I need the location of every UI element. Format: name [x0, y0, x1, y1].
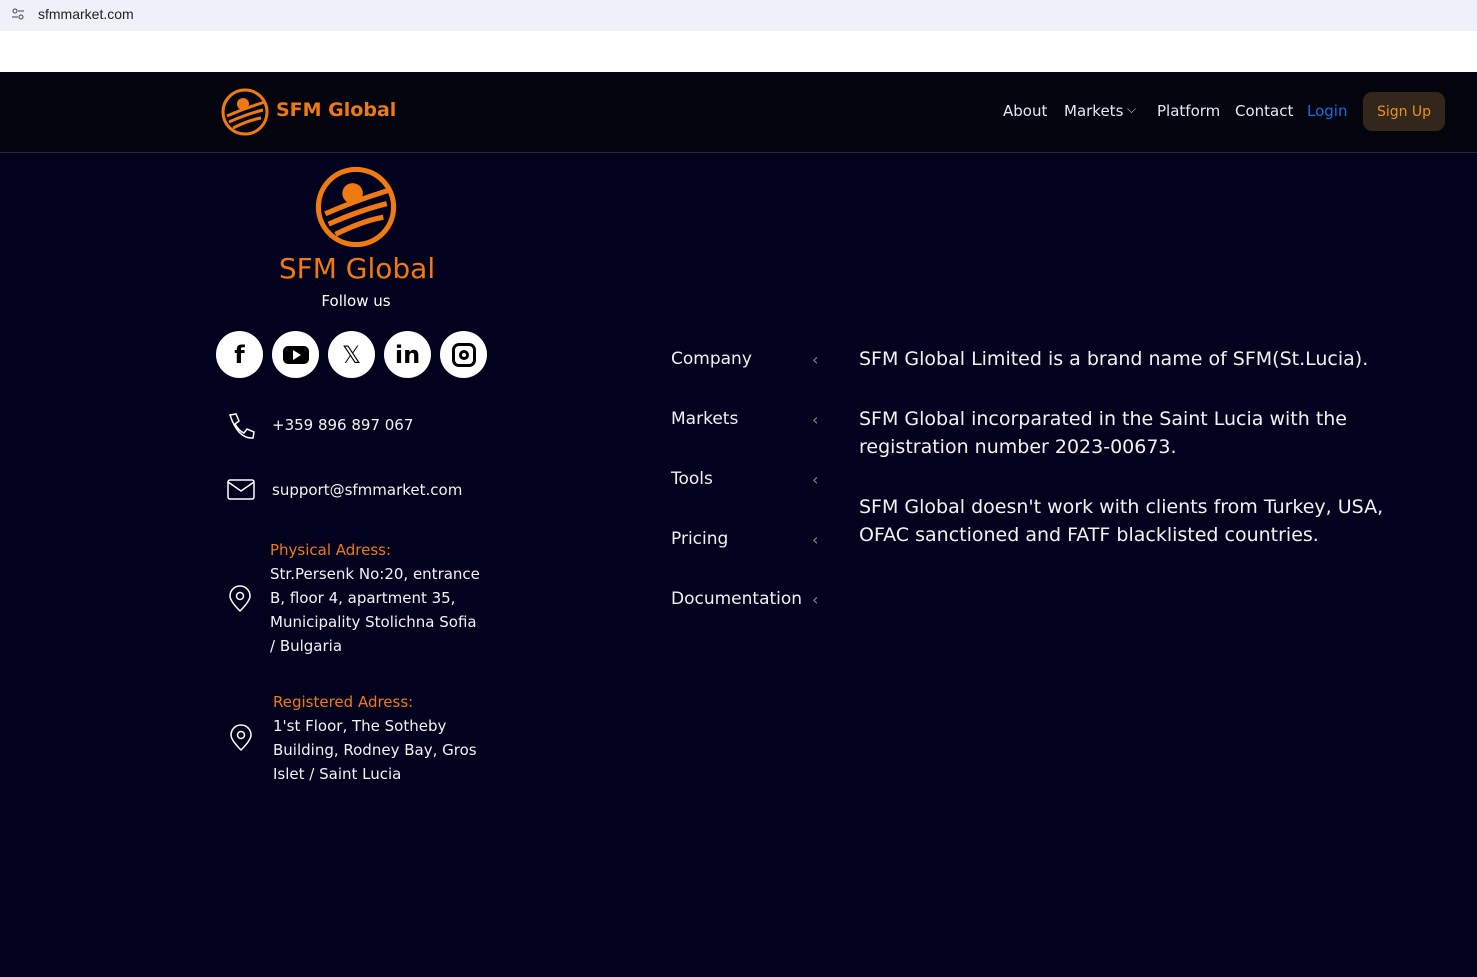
sign-up-button[interactable]: Sign Up: [1363, 92, 1445, 131]
registered-address: Registered Adress: 1'st Floor, The Sothe…: [273, 690, 478, 786]
physical-address: Physical Adress: Str.Persenk No:20, entr…: [270, 538, 480, 658]
info-registration: SFM Global incorparated in the Saint Luc…: [859, 408, 1347, 458]
nav-login[interactable]: Login: [1307, 102, 1347, 120]
info-brand: SFM Global Limited is a brand name of SF…: [859, 348, 1369, 370]
registered-address-label: Registered Adress:: [273, 693, 414, 711]
chevron-left-icon[interactable]: ‹: [812, 530, 818, 549]
physical-address-label: Physical Adress:: [270, 541, 392, 559]
sfm-logo-icon[interactable]: [221, 88, 269, 136]
mail-icon: [227, 479, 255, 500]
menu-tools[interactable]: Tools: [671, 469, 713, 489]
follow-us-label: Follow us: [321, 292, 391, 310]
chevron-left-icon[interactable]: ‹: [812, 590, 818, 609]
brand-name[interactable]: SFM Global: [276, 99, 396, 121]
registered-address-text: 1'st Floor, The Sotheby Building, Rodney…: [273, 717, 477, 783]
top-nav: SFM Global About Markets ⌵ Platform Cont…: [0, 72, 1477, 153]
x-icon[interactable]: 𝕏: [328, 331, 375, 378]
info-restrictions: SFM Global doesn't work with clients fro…: [859, 496, 1384, 546]
email-link[interactable]: support@sfmmarket.com: [272, 478, 462, 502]
sfm-logo-icon: [315, 166, 397, 248]
nav-contact[interactable]: Contact: [1235, 102, 1293, 120]
phone-icon: [229, 413, 255, 439]
chevron-down-icon[interactable]: ⌵: [1127, 102, 1136, 117]
chevron-left-icon[interactable]: ‹: [812, 350, 818, 369]
chevron-left-icon[interactable]: ‹: [812, 470, 818, 489]
menu-documentation[interactable]: Documentation: [671, 589, 802, 609]
youtube-icon[interactable]: [272, 331, 319, 378]
instagram-icon[interactable]: [440, 331, 487, 378]
nav-markets[interactable]: Markets: [1064, 102, 1123, 120]
physical-address-text: Str.Persenk No:20, entrance B, floor 4, …: [270, 565, 480, 655]
nav-platform[interactable]: Platform: [1157, 102, 1220, 120]
menu-company[interactable]: Company: [671, 349, 752, 369]
location-pin-icon: [229, 585, 251, 613]
site-settings-icon[interactable]: [11, 7, 25, 21]
nav-about[interactable]: About: [1003, 102, 1047, 120]
page-top-gap: [0, 31, 1477, 72]
phone-number[interactable]: +359 896 897 067: [272, 413, 413, 437]
menu-pricing[interactable]: Pricing: [671, 529, 728, 549]
menu-markets[interactable]: Markets: [671, 409, 738, 429]
linkedin-icon[interactable]: in: [384, 331, 431, 378]
footer-brand: SFM Global: [278, 252, 436, 285]
chevron-left-icon[interactable]: ‹: [812, 410, 818, 429]
facebook-icon[interactable]: f: [216, 331, 263, 378]
url-text[interactable]: sfmmarket.com: [38, 6, 134, 22]
location-pin-icon: [230, 724, 252, 752]
address-bar[interactable]: sfmmarket.com: [0, 0, 1477, 31]
